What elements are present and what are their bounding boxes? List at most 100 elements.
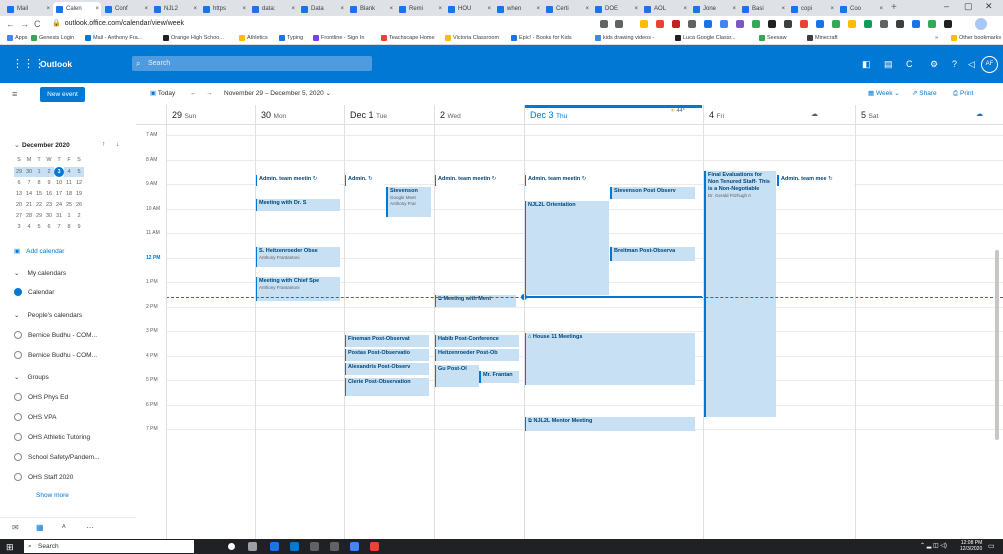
bookmark-athletics[interactable]: Athletics: [238, 33, 268, 44]
day-header[interactable]: 4 Fri: [709, 109, 724, 123]
new-event-button[interactable]: New event: [40, 87, 85, 102]
people-calendar-item[interactable]: Bernice Budhu - COM...: [14, 331, 97, 341]
extension-icon[interactable]: [832, 20, 840, 28]
group-item[interactable]: OHS Athletic Tutoring: [14, 433, 90, 443]
minical-day[interactable]: 29: [34, 211, 44, 221]
file-explorer-icon[interactable]: [330, 542, 339, 551]
close-tab-icon[interactable]: ×: [291, 2, 295, 16]
extension-icon[interactable]: [656, 20, 664, 28]
extension-icon[interactable]: [848, 20, 856, 28]
more-apps-icon[interactable]: ⋯: [86, 523, 94, 532]
other-bookmarks[interactable]: Other bookmarks: [950, 33, 1001, 44]
event-admin-team-thu[interactable]: Admin. team meetin ↻: [524, 175, 609, 186]
event-njl2l-orientation[interactable]: NJL2L Orientation: [524, 201, 609, 295]
browser-tab[interactable]: HOU ×: [445, 2, 493, 16]
bookmark-mail[interactable]: Mail - Anthony Fra...: [84, 33, 142, 44]
group-item[interactable]: OHS Phys Ed: [14, 393, 68, 403]
browser-tab[interactable]: NJL2 ×: [151, 2, 199, 16]
extension-icon[interactable]: [928, 20, 936, 28]
cortana-icon[interactable]: [228, 543, 235, 550]
outlook-brand[interactable]: Outlook: [40, 57, 72, 71]
myday-icon[interactable]: ▤: [884, 58, 893, 70]
event-meeting-dr-s[interactable]: Meeting with Dr. S: [255, 199, 340, 211]
bookmark-victoria[interactable]: Victoria Classroom: [444, 33, 499, 44]
minical-day[interactable]: 3: [14, 222, 24, 232]
today-button[interactable]: ▣ Today: [150, 88, 175, 100]
hamburger-icon[interactable]: ≡: [12, 89, 17, 99]
teams-icon[interactable]: ◧: [862, 58, 871, 70]
group-item[interactable]: OHS Staff 2020: [14, 473, 73, 483]
event-mr-frantan[interactable]: Mr. Frantan: [479, 371, 519, 383]
close-tab-icon[interactable]: ×: [487, 2, 491, 16]
close-tab-icon[interactable]: ×: [683, 2, 687, 16]
minical-day[interactable]: 5: [74, 167, 84, 177]
bookmark-kids-drawing[interactable]: kids drawing videos -: [594, 33, 654, 44]
close-tab-icon[interactable]: ×: [46, 2, 50, 16]
system-tray-icons[interactable]: ⌃ ▂ ◫ ◁): [920, 542, 947, 549]
event-final-evaluations[interactable]: Final Evaluations for Non Tenured Staff-…: [704, 171, 776, 417]
extension-icon[interactable]: [864, 20, 872, 28]
extension-icon[interactable]: [800, 20, 808, 28]
event-admin-team-mon[interactable]: Admin. team meetin ↻: [255, 175, 340, 186]
minical-day[interactable]: 1: [34, 167, 44, 177]
store-icon[interactable]: [310, 542, 319, 551]
mail-icon[interactable]: ✉: [12, 523, 19, 532]
minical-day[interactable]: 6: [14, 178, 24, 188]
edge-icon[interactable]: [270, 542, 279, 551]
gear-icon[interactable]: ⚙: [930, 58, 938, 70]
extension-icon[interactable]: [600, 20, 608, 28]
bookmark-luca[interactable]: Luca Google Classr...: [674, 33, 736, 44]
calendar-item[interactable]: Calendar: [14, 288, 54, 298]
extension-icon[interactable]: [880, 20, 888, 28]
minical-day[interactable]: 29: [14, 167, 24, 177]
minical-day[interactable]: 6: [44, 222, 54, 232]
close-tab-icon[interactable]: ×: [585, 2, 589, 16]
event-clerie[interactable]: Clerie Post-Observation: [344, 378, 429, 396]
close-tab-icon[interactable]: ×: [340, 2, 344, 16]
notification-icon[interactable]: ▭: [988, 542, 995, 550]
minical-day[interactable]: 11: [64, 178, 74, 188]
browser-tab[interactable]: https ×: [200, 2, 248, 16]
extension-icon[interactable]: [736, 20, 744, 28]
minical-prev-icon[interactable]: ↑: [102, 141, 106, 148]
minical-day[interactable]: 23: [44, 200, 54, 210]
taskbar-clock[interactable]: 12:08 PM 12/3/2020: [960, 540, 982, 552]
add-calendar-link[interactable]: ▣ Add calendar: [14, 247, 64, 257]
minical-day[interactable]: 4: [24, 222, 34, 232]
mail-app-icon[interactable]: [290, 542, 299, 551]
minical-day[interactable]: 20: [14, 200, 24, 210]
event-admin-team-tue[interactable]: Admin. ↻: [344, 175, 384, 186]
windows-start-icon[interactable]: ⊞: [6, 542, 14, 552]
event-habib[interactable]: Habib Post-Conference: [434, 335, 519, 347]
minical-day[interactable]: 22: [34, 200, 44, 210]
minical-day[interactable]: 7: [54, 222, 64, 232]
minical-day[interactable]: 13: [14, 189, 24, 199]
browser-tab[interactable]: Mail ×: [4, 2, 52, 16]
bookmark-epic[interactable]: Epic! - Books for Kids: [510, 33, 572, 44]
people-icon[interactable]: ᴬ: [62, 523, 66, 532]
my-calendars-group[interactable]: ⌄ My calendars: [14, 269, 66, 279]
bookmark-genesis[interactable]: Genesis Login: [30, 33, 74, 44]
weather-today[interactable]: ☀ 44°: [670, 108, 685, 114]
minical-day[interactable]: 14: [24, 189, 34, 199]
scrollbar[interactable]: [995, 250, 999, 440]
bookmark-orange-high[interactable]: Orange High Schoo...: [162, 33, 224, 44]
share-button[interactable]: ⇗ Share: [912, 88, 937, 100]
event-fineman[interactable]: Fineman Post-Observat: [344, 335, 429, 347]
minical-day[interactable]: 28: [24, 211, 34, 221]
minical-day[interactable]: 26: [74, 200, 84, 210]
extension-icon[interactable]: [752, 20, 760, 28]
minical-day[interactable]: 18: [64, 189, 74, 199]
minical-day[interactable]: 3: [54, 167, 64, 177]
event-breitman[interactable]: Breitman Post-Observa: [610, 247, 695, 261]
bookmark-frontline[interactable]: Frontline - Sign In: [312, 33, 364, 44]
close-tab-icon[interactable]: ×: [830, 2, 834, 16]
minical-day[interactable]: 2: [44, 167, 54, 177]
day-header[interactable]: 29 Sun: [172, 109, 196, 123]
browser-tab[interactable]: Remi ×: [396, 2, 444, 16]
close-tab-icon[interactable]: ×: [536, 2, 540, 16]
minical-day[interactable]: 31: [54, 211, 64, 221]
event-heitzenroeder-post[interactable]: Heitzenroeder Post-Ob: [434, 349, 519, 361]
minical-day[interactable]: 12: [74, 178, 84, 188]
event-njl2l-mentor[interactable]: ⧉ NJL2L Mentor Meeting: [524, 417, 695, 431]
